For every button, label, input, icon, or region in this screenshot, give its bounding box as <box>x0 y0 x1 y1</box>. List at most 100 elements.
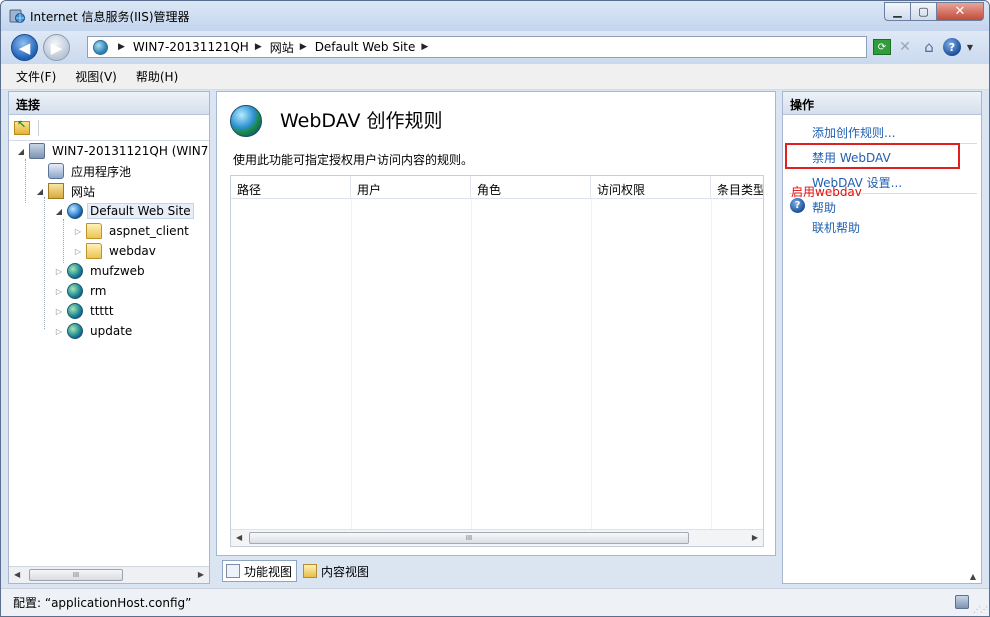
expand-arrow-icon[interactable]: ▷ <box>72 247 84 256</box>
authoring-rules-grid[interactable]: 路径 用户 角色 访问权限 条目类型 ◀ III ▶ <box>230 175 764 547</box>
help-link[interactable]: 帮助 <box>812 199 836 216</box>
tree-node-ttttt[interactable]: ▷ ttttt <box>53 301 117 321</box>
nav-toolbar: ⟳ ✕ ⌂ ? ▼ <box>873 37 975 57</box>
breadcrumb-server[interactable]: WIN7-20131121QH <box>133 40 249 54</box>
window-title: Internet 信息服务(IIS)管理器 <box>30 10 190 24</box>
main-area: 连接 ◢ WIN7-20131121QH (WIN7 应用程序池 <box>1 90 989 588</box>
feature-description: 使用此功能可指定授权用户访问内容的规则。 <box>233 153 474 167</box>
breadcrumb-sites[interactable]: 网站 <box>270 39 294 56</box>
help-icon: ? <box>790 198 805 213</box>
title-bar: Internet 信息服务(IIS)管理器 ▁ ▢ ✕ <box>1 1 989 31</box>
connections-horizontal-scrollbar[interactable]: ◀ III ▶ <box>9 566 209 583</box>
collapse-arrow-icon[interactable]: ◢ <box>34 187 46 196</box>
connections-pane: 连接 ◢ WIN7-20131121QH (WIN7 应用程序池 <box>8 91 210 584</box>
expand-arrow-icon[interactable]: ▷ <box>53 267 65 276</box>
menu-help[interactable]: 帮助(H) <box>136 68 178 85</box>
breadcrumb-separator[interactable]: ▶ <box>255 42 262 52</box>
actions-pane: 操作 添加创作规则... 禁用 WebDAV WebDAV 设置... 启用we… <box>782 91 982 584</box>
scroll-left-arrow[interactable]: ◀ <box>14 570 20 579</box>
disable-webdav-link[interactable]: 禁用 WebDAV <box>812 149 891 166</box>
expand-arrow-icon[interactable]: ▷ <box>53 307 65 316</box>
connections-tree: ◢ WIN7-20131121QH (WIN7 应用程序池 ◢ 网站 ◢ Def… <box>9 141 209 551</box>
app-pool-icon <box>48 163 64 179</box>
connect-icon[interactable] <box>14 118 30 135</box>
menu-file[interactable]: 文件(F) <box>16 68 56 85</box>
add-authoring-rule-link[interactable]: 添加创作规则... <box>812 124 895 141</box>
grid-header: 路径 用户 角色 访问权限 条目类型 <box>231 176 763 199</box>
content-view-icon <box>303 564 318 578</box>
scrollbar-thumb[interactable]: III <box>249 532 689 544</box>
scroll-right-arrow[interactable]: ▶ <box>198 570 204 579</box>
folder-icon <box>86 243 102 259</box>
breadcrumb-default-web-site[interactable]: Default Web Site <box>315 40 416 54</box>
tab-content-view[interactable]: 内容视图 <box>299 560 374 582</box>
menu-view[interactable]: 视图(V) <box>75 68 117 85</box>
globe-icon <box>67 283 83 299</box>
globe-icon <box>67 303 83 319</box>
resize-grip[interactable]: ⋰⋰ <box>973 605 988 614</box>
toolbar-divider <box>38 119 39 136</box>
folder-icon <box>86 223 102 239</box>
back-button[interactable]: ◀ <box>11 34 38 61</box>
address-row: ◀ ▶ ▶ WIN7-20131121QH ▶ 网站 ▶ Default Web… <box>1 31 989 64</box>
close-button[interactable]: ✕ <box>937 2 984 21</box>
features-view-icon <box>226 564 240 578</box>
address-bar[interactable]: ▶ WIN7-20131121QH ▶ 网站 ▶ Default Web Sit… <box>87 36 867 58</box>
expand-arrow-icon[interactable]: ▷ <box>53 287 65 296</box>
globe-icon <box>67 323 83 339</box>
minimize-button[interactable]: ▁ <box>884 2 911 21</box>
tree-node-rm[interactable]: ▷ rm <box>53 281 109 301</box>
forward-button[interactable]: ▶ <box>43 34 70 61</box>
tab-features-view[interactable]: 功能视图 <box>222 560 298 582</box>
server-status-icon <box>955 595 969 609</box>
view-tabs: 功能视图 内容视图 <box>222 560 374 582</box>
globe-icon <box>93 39 108 55</box>
help-icon[interactable]: ? <box>943 38 961 56</box>
collapse-up-icon[interactable]: ▲ <box>970 572 976 581</box>
iis-manager-window: Internet 信息服务(IIS)管理器 ▁ ▢ ✕ ◀ ▶ ▶ WIN7-2… <box>0 0 990 617</box>
iis-app-icon <box>9 9 25 23</box>
column-header-path[interactable]: 路径 <box>231 176 351 199</box>
actions-header: 操作 <box>783 92 981 115</box>
column-header-entry-type[interactable]: 条目类型 <box>711 176 763 199</box>
column-header-access[interactable]: 访问权限 <box>591 176 711 199</box>
breadcrumb-separator[interactable]: ▶ <box>421 42 428 52</box>
window-controls: ▁ ▢ ✕ <box>884 2 984 21</box>
expand-arrow-icon[interactable]: ▷ <box>53 327 65 336</box>
tree-node-sites[interactable]: ◢ 网站 <box>34 181 98 201</box>
status-text: 配置: “applicationHost.config” <box>13 596 192 610</box>
connections-toolbar <box>9 115 209 141</box>
webdav-globe-icon <box>230 105 262 137</box>
tree-node-webdav[interactable]: ▷ webdav <box>72 241 159 261</box>
connections-header: 连接 <box>9 92 209 115</box>
scrollbar-thumb[interactable]: III <box>29 569 123 581</box>
tree-node-app-pools[interactable]: 应用程序池 <box>34 161 134 181</box>
tree-node-mufzweb[interactable]: ▷ mufzweb <box>53 261 148 281</box>
breadcrumb-separator[interactable]: ▶ <box>118 42 125 52</box>
expand-arrow-icon[interactable]: ▷ <box>72 227 84 236</box>
tree-node-update[interactable]: ▷ update <box>53 321 135 341</box>
scroll-left-arrow[interactable]: ◀ <box>236 533 242 542</box>
stop-icon[interactable]: ✕ <box>895 37 915 57</box>
chevron-down-icon[interactable]: ▼ <box>965 37 975 57</box>
online-help-link[interactable]: 联机帮助 <box>812 219 860 236</box>
annotation-text: 启用webdav <box>791 185 862 199</box>
status-bar: 配置: “applicationHost.config” ⋰⋰ <box>1 588 989 616</box>
tree-node-default-web-site[interactable]: ◢ Default Web Site <box>53 201 194 221</box>
collapse-arrow-icon[interactable]: ◢ <box>15 147 27 156</box>
home-icon[interactable]: ⌂ <box>919 37 939 57</box>
column-header-roles[interactable]: 角色 <box>471 176 591 199</box>
maximize-button[interactable]: ▢ <box>911 2 937 21</box>
tree-node-aspnet-client[interactable]: ▷ aspnet_client <box>72 221 192 241</box>
feature-title: WebDAV 创作规则 <box>280 110 443 132</box>
collapse-arrow-icon[interactable]: ◢ <box>53 207 65 216</box>
grid-horizontal-scrollbar[interactable]: ◀ III ▶ <box>231 529 763 546</box>
tree-node-server[interactable]: ◢ WIN7-20131121QH (WIN7 <box>15 141 209 161</box>
refresh-icon[interactable]: ⟳ <box>873 39 891 55</box>
column-header-users[interactable]: 用户 <box>351 176 471 199</box>
scroll-right-arrow[interactable]: ▶ <box>752 533 758 542</box>
globe-icon <box>67 203 83 219</box>
breadcrumb-separator[interactable]: ▶ <box>300 42 307 52</box>
sites-folder-icon <box>48 183 64 199</box>
feature-pane: WebDAV 创作规则 使用此功能可指定授权用户访问内容的规则。 路径 用户 角… <box>216 91 776 556</box>
